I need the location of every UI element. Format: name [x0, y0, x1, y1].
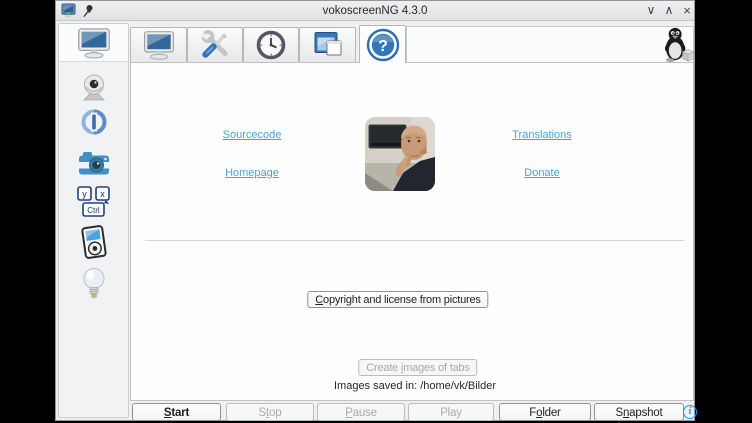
stop-button[interactable]: Stop — [226, 403, 314, 421]
media-player-icon — [79, 225, 109, 259]
donate-link[interactable]: Donate — [524, 167, 559, 179]
tab-timer[interactable] — [243, 27, 299, 62]
monitor-icon — [142, 30, 176, 60]
tab-windows[interactable] — [299, 27, 356, 62]
snapshot-button[interactable]: Snapshot — [594, 403, 684, 421]
images-saved-path: Images saved in: /home/vk/Bilder — [334, 380, 496, 392]
separator-line — [145, 240, 684, 241]
lightbulb-icon — [80, 267, 108, 299]
sidebar-item-hotkeys[interactable]: y x Ctrl — [76, 184, 112, 220]
tab-settings[interactable] — [187, 27, 243, 62]
sourcecode-link[interactable]: Sourcecode — [223, 129, 282, 141]
copyright-license-button[interactable]: Copyright and license from pictures — [307, 291, 488, 308]
info-icon[interactable]: i — [683, 405, 697, 419]
camera-icon — [77, 149, 111, 179]
button-label: mages of tabs — [403, 362, 470, 374]
tab-help[interactable]: ? — [359, 25, 406, 63]
help-tab-panel: Sourcecode Homepage Translations Donate — [130, 62, 694, 401]
help-icon: ? — [366, 28, 400, 62]
sidebar-item-webcam[interactable] — [76, 70, 112, 106]
sidebar-item-systray[interactable] — [76, 104, 112, 140]
maximize-button[interactable]: ∧ — [660, 1, 678, 21]
minimize-button[interactable]: ∨ — [642, 1, 660, 21]
app-window: vokoscreenNG 4.3.0 ∨ ∧ × — [55, 0, 695, 421]
play-button[interactable]: Play — [408, 403, 494, 421]
question-glyph: ? — [378, 38, 388, 55]
hotkeys-icon: y x Ctrl — [76, 185, 112, 219]
translations-link[interactable]: Translations — [512, 129, 572, 141]
button-label: opyright and license from pictures — [323, 294, 481, 306]
sidebar-item-player[interactable] — [76, 224, 112, 260]
window-title: vokoscreenNG 4.3.0 — [56, 1, 694, 21]
button-label: Create — [366, 362, 401, 374]
title-bar[interactable]: vokoscreenNG 4.3.0 ∨ ∧ × — [56, 1, 694, 21]
key-label-y: y — [82, 189, 87, 199]
close-button[interactable]: × — [678, 1, 696, 21]
plugin-sidebar: y x Ctrl — [58, 23, 129, 418]
windows-cascade-icon — [312, 29, 344, 61]
start-button[interactable]: Start — [132, 403, 221, 421]
homepage-link[interactable]: Homepage — [225, 167, 279, 179]
monitor-icon — [76, 27, 112, 59]
power-ring-icon — [80, 108, 108, 136]
tab-corner-area — [406, 26, 694, 62]
button-mnemonic: C — [315, 294, 323, 306]
developer-photo — [365, 117, 435, 191]
tab-screencast[interactable] — [130, 27, 187, 62]
sidebar-item-showclick[interactable] — [76, 265, 112, 301]
tux-penguin-icon — [660, 26, 694, 63]
webcam-icon — [78, 72, 110, 104]
key-label-x: x — [100, 189, 105, 199]
package-cube-icon — [683, 50, 694, 62]
key-label-ctrl: Ctrl — [87, 206, 100, 215]
desktop-background: { "app": { "title": "vokoscreenNG 4.3.0"… — [0, 0, 752, 423]
tools-icon — [199, 29, 231, 61]
folder-button[interactable]: Folder — [499, 403, 591, 421]
sidebar-item-screencast[interactable] — [59, 24, 128, 62]
clock-icon — [255, 29, 287, 61]
create-images-button[interactable]: Create images of tabs — [358, 359, 477, 376]
sidebar-item-camera[interactable] — [76, 146, 112, 182]
pause-button[interactable]: Pause — [317, 403, 405, 421]
